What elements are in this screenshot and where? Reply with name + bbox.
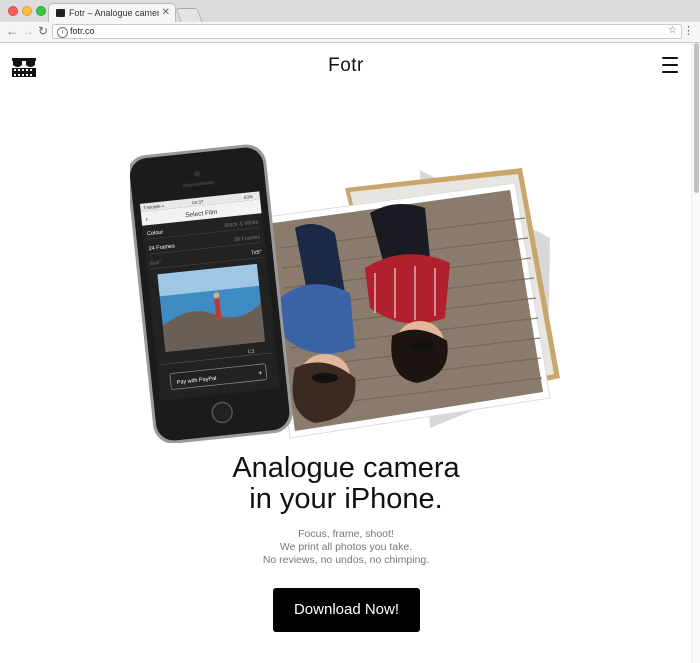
hero-illustration: T-Mobile ≈ 04:37 63% ‹ Select Film Colou…	[126, 108, 560, 444]
bookmark-star-icon[interactable]: ☆	[668, 25, 677, 36]
headline-line-2: in your iPhone.	[249, 483, 443, 515]
hero-headline: Analogue camera in your iPhone.	[0, 453, 692, 515]
tab-close-icon[interactable]: ✕	[162, 7, 170, 18]
scrollbar-thumb[interactable]	[694, 43, 699, 193]
film-option-6x4: 6x4"	[150, 260, 161, 267]
iphone-mockup: T-Mobile ≈ 04:37 63% ‹ Select Film Colou…	[126, 144, 293, 444]
subtext-line-1: Focus, frame, shoot!	[298, 528, 394, 540]
film-option-7x5: 7x5"	[251, 249, 262, 256]
browser-menu-icon[interactable]: ⋮	[683, 25, 694, 37]
new-tab-button[interactable]	[175, 8, 203, 22]
phone-tab-label: C3	[248, 349, 255, 356]
page-content: Fotr T-Mobile ≈ 04:37 63% ‹ Select Film …	[0, 43, 700, 663]
subtext-line-2: We print all photos you take.	[279, 541, 413, 553]
minimize-window-button[interactable]	[22, 6, 32, 16]
forward-arrow-icon[interactable]: →	[22, 24, 34, 38]
fotr-favicon-icon	[56, 9, 65, 17]
browser-tabstrip: Fotr – Analogue camera in your ✕	[0, 0, 700, 23]
maximize-window-button[interactable]	[36, 6, 46, 16]
close-window-button[interactable]	[8, 6, 18, 16]
page-scrollbar[interactable]	[691, 43, 700, 663]
hero-subtext: Focus, frame, shoot! We print all photos…	[0, 528, 692, 567]
tab-title: Fotr – Analogue camera in your	[69, 8, 159, 18]
reload-icon[interactable]: ↻	[38, 24, 48, 38]
phone-status-battery: 63%	[244, 194, 253, 200]
address-bar[interactable]: i fotr.co ☆	[52, 24, 682, 39]
site-info-icon[interactable]: i	[57, 27, 68, 38]
browser-tab[interactable]: Fotr – Analogue camera in your ✕	[48, 3, 176, 23]
back-arrow-icon[interactable]: ←	[6, 24, 18, 38]
brand-title[interactable]: Fotr	[0, 55, 692, 77]
subtext-line-3: No reviews, no undos, no chimping.	[262, 554, 430, 566]
browser-toolbar: ← → ↻ i fotr.co ☆ ⋮	[0, 22, 700, 43]
url-text[interactable]: fotr.co	[70, 26, 95, 36]
phone-paypal-plus: +	[258, 370, 263, 377]
headline-line-1: Analogue camera	[232, 452, 460, 484]
hamburger-menu-icon[interactable]	[662, 57, 678, 78]
photo-print-front	[259, 182, 551, 439]
download-now-button[interactable]: Download Now!	[273, 588, 420, 632]
